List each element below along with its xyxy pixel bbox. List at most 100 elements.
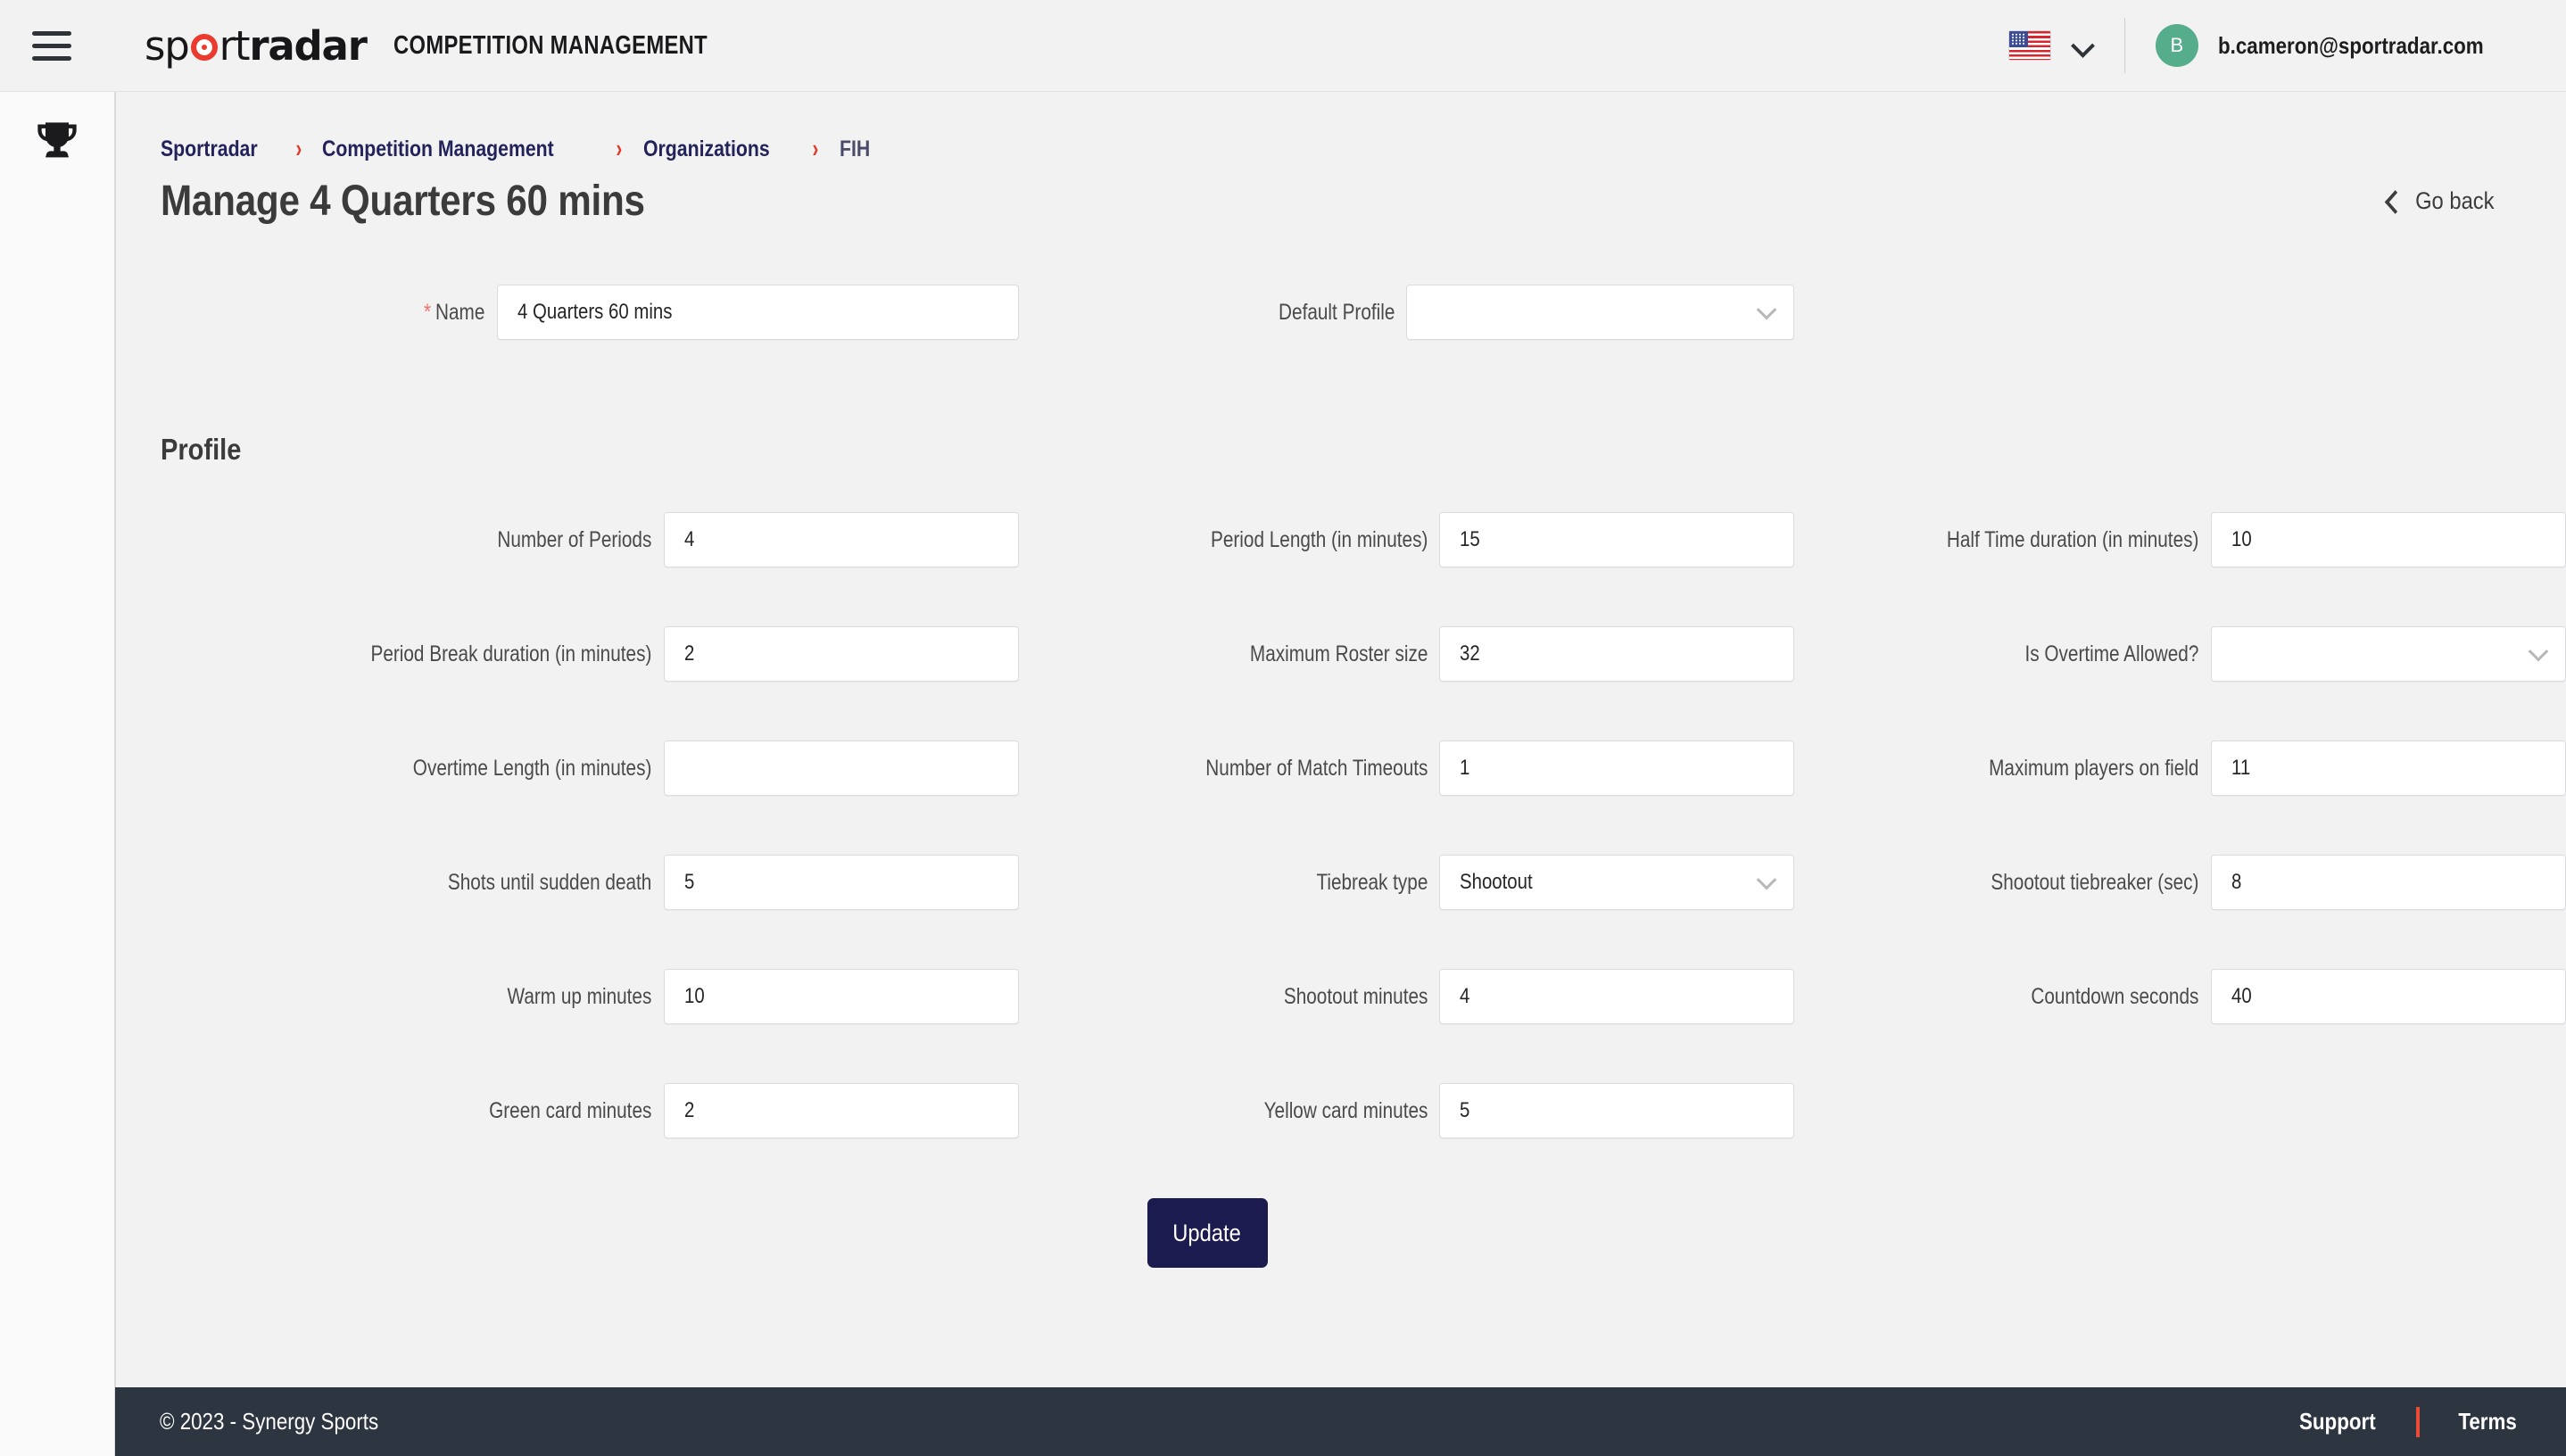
hamburger-menu-icon[interactable] <box>32 26 82 65</box>
field-value: 32 <box>1460 641 1481 666</box>
breadcrumb-separator-icon: › <box>616 135 623 163</box>
maximum-players-on-field-input[interactable]: 11 <box>2210 740 2566 796</box>
field-value: 5 <box>1460 1098 1470 1122</box>
default-profile-label: Default Profile <box>1278 299 1395 325</box>
name-label-text: Name <box>435 299 485 325</box>
tiebreak-type-select[interactable]: Shootout <box>1439 855 1795 910</box>
section-title-profile: Profile <box>161 433 242 466</box>
us-flag-icon[interactable] <box>2007 30 2051 61</box>
update-button-label: Update <box>1172 1219 1242 1246</box>
field-value: 4 <box>683 527 694 551</box>
breadcrumb-item-sportradar[interactable]: Sportradar <box>161 136 258 162</box>
footer-separator <box>2415 1406 2420 1437</box>
breadcrumb-item-organizations[interactable]: Organizations <box>643 136 770 162</box>
shots-until-sudden-death-input[interactable]: 5 <box>663 855 1019 910</box>
rail-bottom-fill <box>0 1387 115 1456</box>
trophy-icon <box>37 122 77 158</box>
field-value: 10 <box>683 984 705 1008</box>
breadcrumb-item-fih: FIH <box>840 136 871 161</box>
field-value: 2 <box>683 1098 694 1122</box>
app-root: sp rt radar COMPETITION MANAGEMENT B b.cam… <box>0 0 2566 1456</box>
field-value: 4 <box>1460 984 1470 1008</box>
language-chevron-down-icon[interactable] <box>2071 34 2094 57</box>
form-row: Period Break duration (in minutes) 2 Max… <box>116 597 2566 711</box>
go-back-button[interactable]: Go back <box>2384 187 2495 215</box>
form-row-name: * Name 4 Quarters 60 mins Default Profile <box>116 245 2566 379</box>
field-value: 5 <box>683 870 694 894</box>
field-label: Number of Match Timeouts <box>1204 755 1428 781</box>
chevron-down-icon <box>1759 302 1776 318</box>
warm-up-minutes-input[interactable]: 10 <box>663 969 1019 1024</box>
avatar[interactable]: B <box>2155 24 2198 67</box>
submit-row: Update <box>116 1198 2566 1268</box>
logo-part-rt: rt <box>219 21 251 70</box>
overtime-length-input[interactable] <box>663 740 1019 796</box>
field-group-name: * Name 4 Quarters 60 mins <box>116 285 1019 340</box>
update-button[interactable]: Update <box>1146 1198 1268 1268</box>
yellow-card-minutes-input[interactable]: 5 <box>1439 1083 1795 1138</box>
shootout-minutes-input[interactable]: 4 <box>1439 969 1795 1024</box>
chevron-down-icon <box>2530 643 2547 660</box>
field-group-half-time-duration: Half Time duration (in minutes) 10 <box>1794 512 2566 567</box>
period-break-duration-input[interactable]: 2 <box>663 626 1019 682</box>
brand-logo[interactable]: sp rt radar COMPETITION MANAGEMENT <box>145 22 776 70</box>
period-length-input[interactable]: 15 <box>1439 512 1795 567</box>
field-group-shootout-minutes: Shootout minutes 4 <box>1019 969 1795 1024</box>
left-rail <box>0 92 115 1456</box>
page-title: Manage 4 Quarters 60 mins <box>161 178 645 225</box>
field-group-overtime-length: Overtime Length (in minutes) <box>116 740 1019 796</box>
breadcrumb: Sportradar › Competition Management › Or… <box>161 135 2566 164</box>
field-group-number-of-periods: Number of Periods 4 <box>116 512 1019 567</box>
name-input-value: 4 Quarters 60 mins <box>517 300 673 324</box>
field-label: Half Time duration (in minutes) <box>1947 526 2199 552</box>
field-group-shootout-tiebreaker: Shootout tiebreaker (sec) 8 <box>1794 855 2566 910</box>
name-input[interactable]: 4 Quarters 60 mins <box>496 285 1019 340</box>
field-label: Yellow card minutes <box>1263 1097 1428 1123</box>
field-group-countdown-seconds: Countdown seconds 40 <box>1794 969 2566 1024</box>
number-of-match-timeouts-input[interactable]: 1 <box>1439 740 1795 796</box>
green-card-minutes-input[interactable]: 2 <box>663 1083 1019 1138</box>
top-bar: sp rt radar COMPETITION MANAGEMENT B b.cam… <box>0 0 2566 92</box>
page-header-row: Manage 4 Quarters 60 mins Go back <box>161 177 2566 226</box>
shootout-tiebreaker-input[interactable]: 8 <box>2210 855 2566 910</box>
number-of-periods-input[interactable]: 4 <box>663 512 1019 567</box>
topbar-right-group: B b.cameron@sportradar.com <box>2007 0 2566 91</box>
footer-link-support[interactable]: Support <box>2299 1408 2376 1435</box>
field-group-period-break-duration: Period Break duration (in minutes) 2 <box>116 626 1019 682</box>
hamburger-bar <box>32 43 71 48</box>
field-label: Shootout tiebreaker (sec) <box>1991 869 2199 895</box>
breadcrumb-item-competition-management[interactable]: Competition Management <box>322 136 554 162</box>
is-overtime-allowed-select[interactable] <box>2210 626 2566 682</box>
field-label: Is Overtime Allowed? <box>2024 641 2199 666</box>
field-group-warm-up-minutes: Warm up minutes 10 <box>116 969 1019 1024</box>
form-row: Warm up minutes 10 Shootout minutes 4 Co… <box>116 939 2566 1054</box>
hamburger-bar <box>32 30 71 36</box>
field-group-green-card-minutes: Green card minutes 2 <box>116 1083 1019 1138</box>
field-group-period-length: Period Length (in minutes) 15 <box>1019 512 1795 567</box>
default-profile-select[interactable] <box>1406 285 1795 340</box>
field-value: 10 <box>2231 527 2252 551</box>
half-time-duration-input[interactable]: 10 <box>2210 512 2566 567</box>
footer-link-terms[interactable]: Terms <box>2458 1408 2516 1435</box>
field-label: Maximum players on field <box>1989 755 2199 781</box>
maximum-roster-size-input[interactable]: 32 <box>1439 626 1795 682</box>
sidebar-item-competitions[interactable] <box>0 92 115 192</box>
user-email[interactable]: b.cameron@sportradar.com <box>2218 32 2484 60</box>
footer-links: Support Terms <box>2293 1406 2521 1437</box>
sportradar-logo-text: sp rt radar <box>145 21 368 70</box>
field-label: Shootout minutes <box>1283 983 1428 1009</box>
chevron-left-icon <box>2384 193 2400 211</box>
field-label: Shots until sudden death <box>447 869 652 895</box>
field-label: Overtime Length (in minutes) <box>412 755 652 781</box>
countdown-seconds-input[interactable]: 40 <box>2210 969 2566 1024</box>
field-group-shots-until-sudden-death: Shots until sudden death 5 <box>116 855 1019 910</box>
field-group-yellow-card-minutes: Yellow card minutes 5 <box>1019 1083 1795 1138</box>
field-value: Shootout <box>1460 870 1533 894</box>
field-group-tiebreak-type: Tiebreak type Shootout <box>1019 855 1795 910</box>
form-row: Number of Periods 4 Period Length (in mi… <box>116 483 2566 597</box>
footer-copyright: © 2023 - Synergy Sports <box>160 1408 379 1435</box>
field-group-is-overtime-allowed: Is Overtime Allowed? <box>1794 626 2566 682</box>
field-label: Maximum Roster size <box>1249 641 1428 666</box>
flag-canton <box>2008 31 2028 47</box>
app-title: COMPETITION MANAGEMENT <box>393 30 708 60</box>
